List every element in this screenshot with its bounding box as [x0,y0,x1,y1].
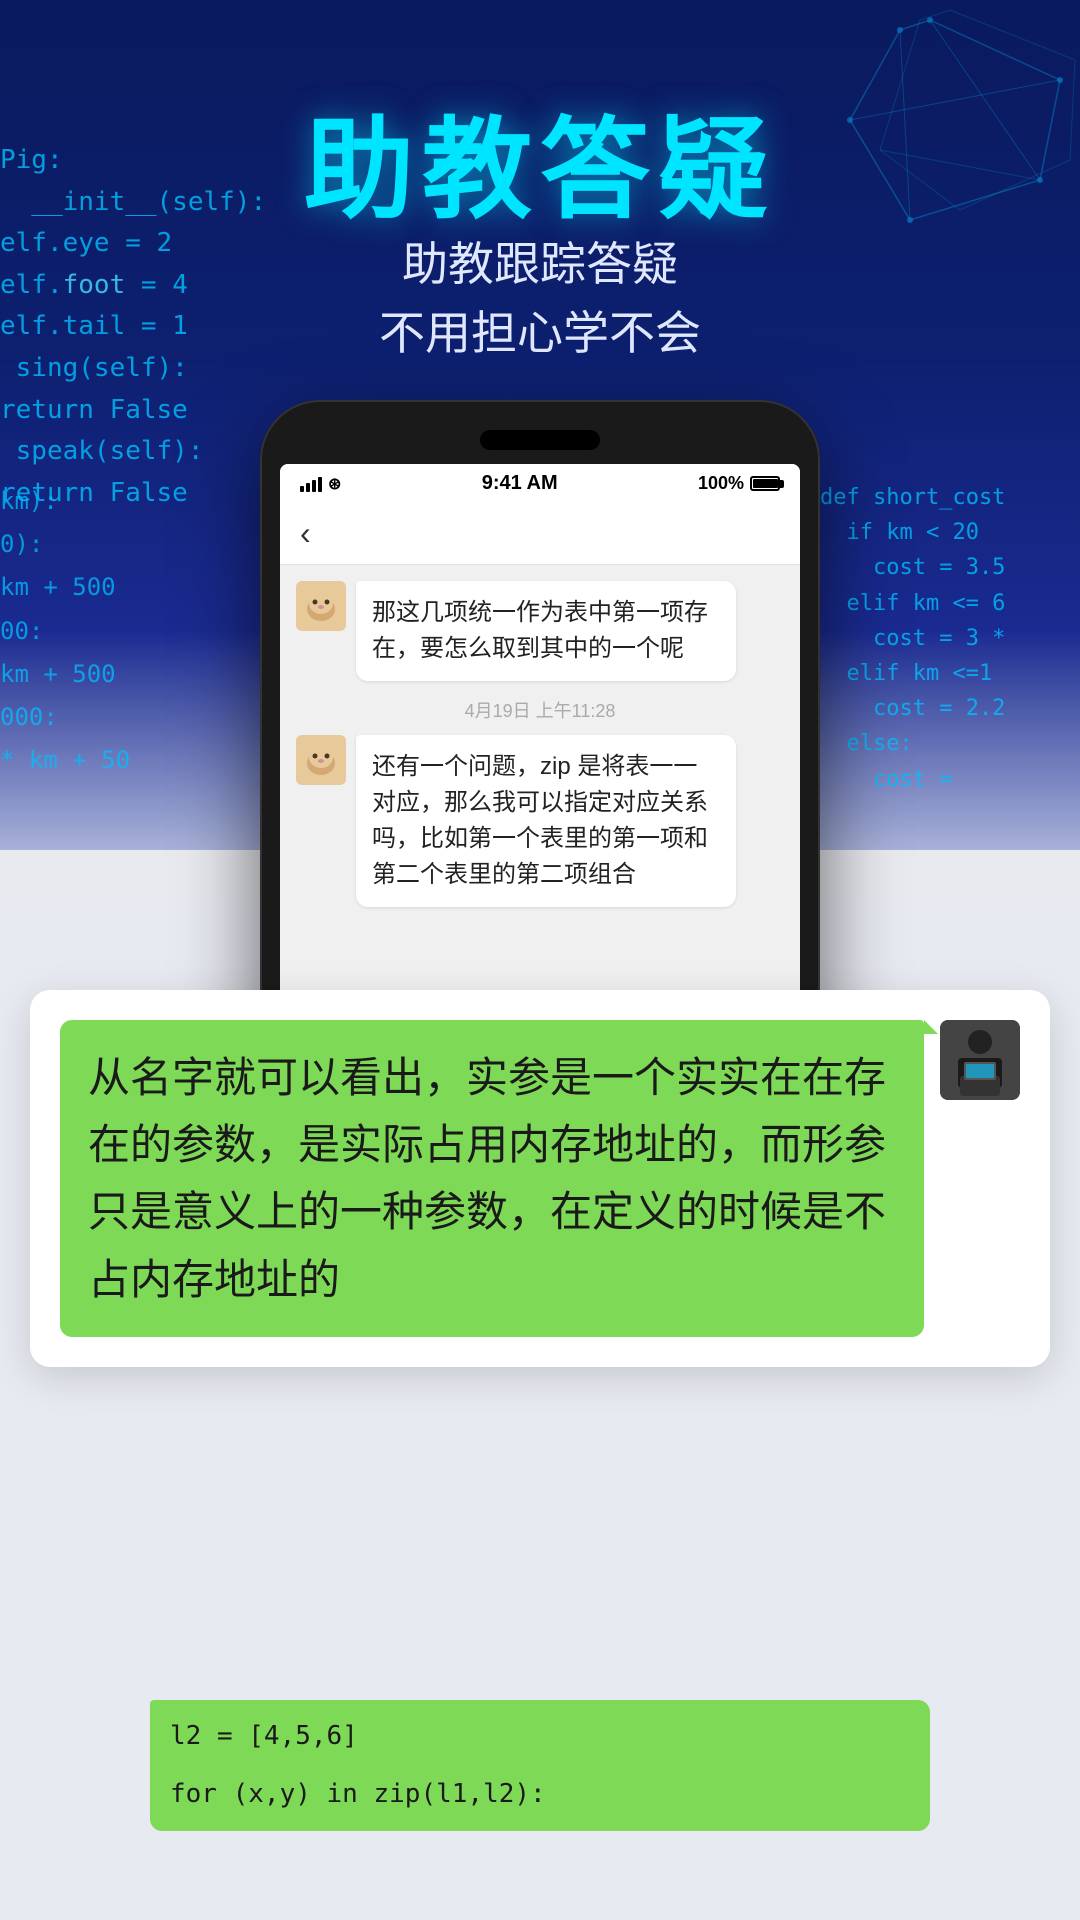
chat-area: 那这几项统一作为表中第一项存在，要怎么取到其中的一个呢 4月19日 上午11:2… [280,565,800,923]
back-button[interactable]: ‹ [300,515,311,552]
status-right: 100% [698,473,780,494]
signal-bar-2 [306,483,310,492]
signal-bar-4 [318,477,322,492]
phone-notch-area [280,420,800,460]
battery-fill [753,479,778,488]
teacher-reply-container: 从名字就可以看出，实参是一个实实在在存在的参数，是实际占用内存地址的，而形参只是… [30,990,1050,1367]
main-title-section: 助教答疑 [0,80,1080,240]
signal-bar-1 [300,486,304,492]
chat-timestamp: 4月19日 上午11:28 [296,697,784,723]
battery-percent: 100% [698,473,744,494]
code-line-3: for (x,y) in zip(l1,l2): [170,1774,910,1816]
status-bar: ⊛ 9:41 AM 100% [280,464,800,503]
teacher-avatar [940,1020,1020,1100]
teacher-bubble: 从名字就可以看出，实参是一个实实在在存在的参数，是实际占用内存地址的，而形参只是… [60,1020,924,1337]
user-avatar-2 [296,735,346,785]
battery-icon [750,476,780,491]
signal-bar-3 [312,480,316,492]
nav-bar: ‹ [280,503,800,565]
phone-notch [480,430,600,450]
message-1: 那这几项统一作为表中第一项存在，要怎么取到其中的一个呢 [296,581,784,681]
subtitle-section: 助教跟踪答疑 不用担心学不会 [0,230,1080,368]
code-background-left-bottom: km): 0): km + 500 00: km + 500 000: * km… [0,480,220,782]
teacher-reply-text: 从名字就可以看出，实参是一个实实在在存在的参数，是实际占用内存地址的，而形参只是… [88,1054,886,1303]
signal-bars [300,476,322,492]
status-time: 9:41 AM [482,472,558,495]
code-bubble: l2 = [4,5,6] for (x,y) in zip(l1,l2): [150,1700,930,1831]
code-background-right: def short_cost if km < 20 cost = 3.5 eli… [820,480,1080,797]
status-left: ⊛ [300,474,341,494]
message-2: 还有一个问题，zip 是将表一一对应，那么我可以指定对应关系吗，比如第一个表里的… [296,735,784,907]
message-text-2: 还有一个问题，zip 是将表一一对应，那么我可以指定对应关系吗，比如第一个表里的… [372,753,708,888]
bottom-code-area: l2 = [4,5,6] for (x,y) in zip(l1,l2): [150,1700,930,1831]
subtitle-line2: 不用担心学不会 [0,299,1080,368]
code-line-2 [170,1758,910,1774]
message-text-1: 那这几项统一作为表中第一项存在，要怎么取到其中的一个呢 [372,599,708,662]
user-avatar-1 [296,581,346,631]
subtitle-line1: 助教跟踪答疑 [0,230,1080,299]
bubble-received-1: 那这几项统一作为表中第一项存在，要怎么取到其中的一个呢 [356,581,736,681]
bubble-partial-2: 还有一个问题，zip 是将表一一对应，那么我可以指定对应关系吗，比如第一个表里的… [356,735,736,907]
code-line-1: l2 = [4,5,6] [170,1716,910,1758]
teacher-reply: 从名字就可以看出，实参是一个实实在在存在的参数，是实际占用内存地址的，而形参只是… [60,1020,1020,1337]
wifi-icon: ⊛ [328,474,341,494]
page-title: 助教答疑 [0,80,1080,240]
